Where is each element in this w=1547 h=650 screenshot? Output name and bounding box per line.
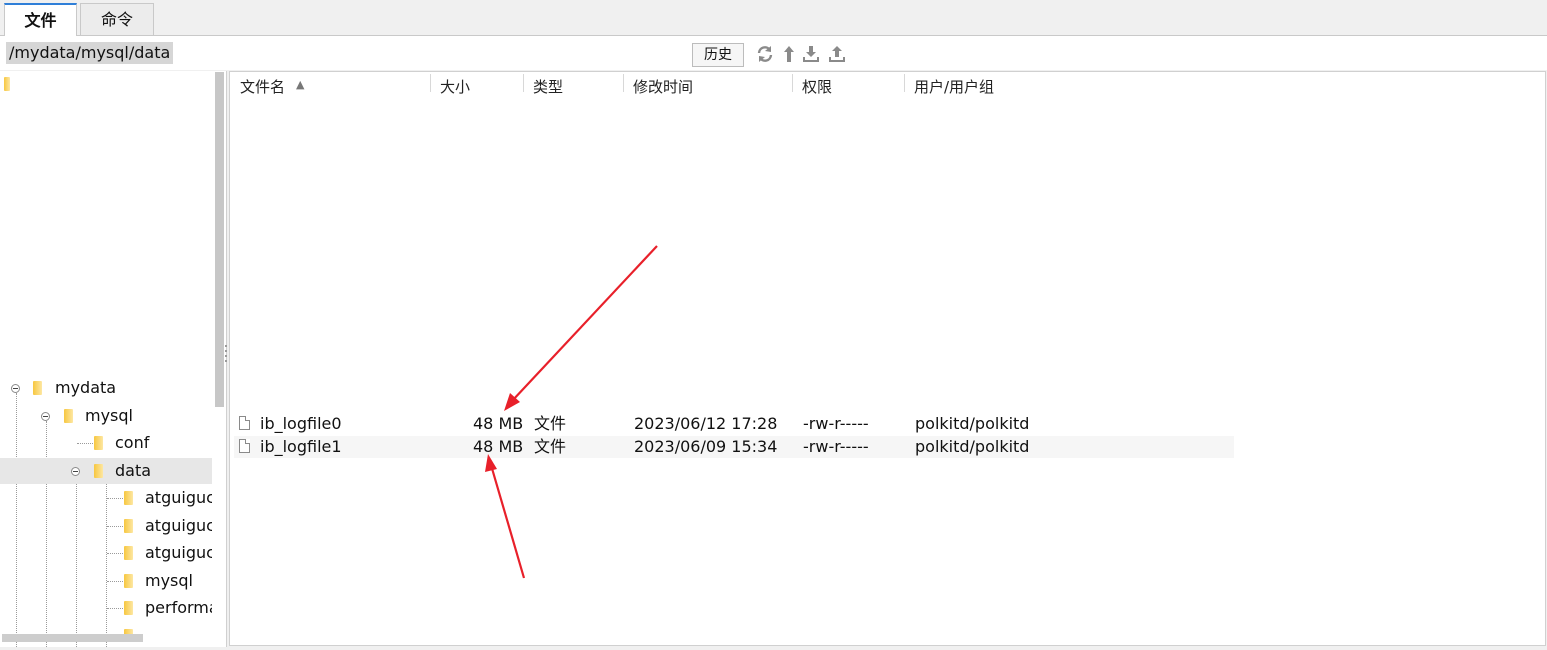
folder-icon <box>124 546 133 560</box>
path-bar: /mydata/mysql/data 历史 <box>0 36 1547 70</box>
collapse-icon[interactable] <box>41 412 50 421</box>
tree-item-atguigu[interactable]: atguiguc <box>0 540 212 566</box>
file-name: ib_logfile1 <box>260 437 342 456</box>
tab-bar: 文件 命令 <box>0 0 1547 36</box>
tree-item-label: conf <box>115 433 150 452</box>
file-size: 48 MB <box>473 414 524 433</box>
tree-vertical-scrollbar[interactable] <box>215 72 224 407</box>
tree-item-label: mydata <box>55 378 117 397</box>
file-type: 文件 <box>534 414 567 433</box>
file-size: 48 MB <box>473 437 524 456</box>
folder-tree[interactable]: mydata mysql conf data atguiguc atguiguc… <box>0 71 227 647</box>
file-modified: 2023/06/12 17:28 <box>634 414 778 433</box>
file-owner: polkitd/polkitd <box>915 437 1030 456</box>
tree-guide-line <box>107 498 123 499</box>
upload-icon[interactable] <box>828 45 846 63</box>
folder-icon <box>64 409 73 423</box>
folder-icon <box>4 77 10 91</box>
column-size[interactable]: 大小 <box>440 76 470 94</box>
folder-icon <box>94 464 103 478</box>
column-separator[interactable] <box>430 74 431 92</box>
file-name: ib_logfile0 <box>260 414 342 433</box>
tree-item-mysql-db[interactable]: mysql <box>0 568 212 594</box>
file-list[interactable]: 文件名 ▲ 大小 类型 修改时间 权限 用户/用户组 ib_logfile0 4… <box>229 71 1546 646</box>
tree-item-label: mysql <box>145 571 193 590</box>
tree-item-label: performa <box>145 598 212 617</box>
file-permissions: -rw-r----- <box>803 414 869 433</box>
tree-item-mysql[interactable]: mysql <box>0 403 212 429</box>
tree-item-label: mysql <box>85 406 133 425</box>
column-separator[interactable] <box>904 74 905 92</box>
tree-guide-line <box>107 581 123 582</box>
file-type: 文件 <box>534 437 567 456</box>
path-input[interactable]: /mydata/mysql/data <box>6 42 174 64</box>
tree-item-label: atguiguc <box>145 516 212 535</box>
column-separator[interactable] <box>623 74 624 92</box>
tree-item-label: atguiguc <box>145 543 212 562</box>
file-row[interactable]: ib_logfile0 48 MB 文件 2023/06/12 17:28 -r… <box>234 413 1234 435</box>
pane-splitter[interactable] <box>224 342 228 378</box>
tree-item-mydata[interactable]: mydata <box>0 375 212 401</box>
up-directory-icon[interactable] <box>780 45 798 63</box>
folder-icon <box>124 491 133 505</box>
history-button[interactable]: 历史 <box>692 43 744 67</box>
tree-item-label: atguiguc <box>145 488 212 507</box>
file-row[interactable]: ib_logfile1 48 MB 文件 2023/06/09 15:34 -r… <box>234 436 1234 458</box>
tree-guide-line <box>107 553 123 554</box>
refresh-icon[interactable] <box>756 45 774 63</box>
sort-ascending-icon: ▲ <box>296 78 305 91</box>
file-icon <box>239 416 250 430</box>
tree-guide-line <box>107 608 123 609</box>
file-modified: 2023/06/09 15:34 <box>634 437 778 456</box>
column-modified[interactable]: 修改时间 <box>633 76 693 94</box>
collapse-icon[interactable] <box>71 467 80 476</box>
file-permissions: -rw-r----- <box>803 437 869 456</box>
collapse-icon[interactable] <box>11 384 20 393</box>
column-type[interactable]: 类型 <box>533 76 563 94</box>
tree-item-conf[interactable]: conf <box>0 430 212 456</box>
column-separator[interactable] <box>792 74 793 92</box>
tree-item-atguigu[interactable]: atguiguc <box>0 513 212 539</box>
tree-item-performance[interactable]: performa <box>0 595 212 621</box>
tab-commands[interactable]: 命令 <box>80 3 154 35</box>
tree-item-data[interactable]: data <box>0 458 212 484</box>
file-icon <box>239 439 250 453</box>
tree-item-atguigu[interactable]: atguiguc <box>0 485 212 511</box>
tree-guide-line <box>77 443 93 444</box>
file-list-header: 文件名 ▲ 大小 类型 修改时间 权限 用户/用户组 <box>230 72 1545 94</box>
tree-guide-line <box>107 526 123 527</box>
column-permissions[interactable]: 权限 <box>802 76 832 94</box>
file-owner: polkitd/polkitd <box>915 414 1030 433</box>
folder-icon <box>124 601 133 615</box>
column-separator[interactable] <box>523 74 524 92</box>
tree-item-label: data <box>115 461 152 480</box>
folder-icon <box>33 381 42 395</box>
download-icon[interactable] <box>802 45 820 63</box>
column-owner[interactable]: 用户/用户组 <box>914 76 994 94</box>
folder-icon <box>94 436 103 450</box>
folder-icon <box>124 574 133 588</box>
tab-files[interactable]: 文件 <box>4 3 77 36</box>
folder-icon <box>124 519 133 533</box>
tree-horizontal-scrollbar[interactable] <box>2 634 143 642</box>
column-name[interactable]: 文件名 <box>240 76 285 94</box>
